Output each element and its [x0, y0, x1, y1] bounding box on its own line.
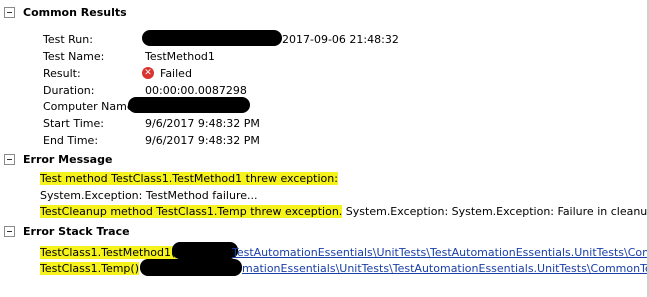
result-label: Result: — [43, 67, 81, 80]
stack-frame-1: TestClass1.TestMethod1() — [40, 246, 180, 259]
highlighted-text: Test method TestClass1.TestMethod1 threw… — [40, 172, 338, 185]
section-title: Error Message — [23, 153, 113, 166]
section-title: Common Results — [23, 6, 127, 19]
duration-value: 00:00:00.0087298 — [145, 84, 247, 97]
error-message-line-1: Test method TestClass1.TestMethod1 threw… — [40, 172, 338, 185]
test-run-label: Test Run: — [43, 33, 93, 46]
stack-frame-1-link[interactable]: TestAutomationEssentials\UnitTests\TestA… — [232, 246, 649, 259]
section-header-stack-trace: Error Stack Trace — [0, 223, 649, 241]
error-text: System.Exception: System.Exception: Fail… — [342, 205, 649, 218]
collapse-toggle-icon[interactable] — [4, 7, 15, 18]
highlighted-text: TestCleanup method TestClass1.Temp threw… — [40, 205, 343, 218]
redacted-block — [142, 30, 282, 46]
start-time-label: Start Time: — [43, 117, 104, 130]
section-header-error-message: Error Message — [0, 151, 649, 169]
test-name-value: TestMethod1 — [145, 50, 215, 63]
end-time-label: End Time: — [43, 134, 99, 147]
test-run-value: 2017-09-06 21:48:32 — [282, 33, 399, 46]
error-text: System.Exception: TestMethod failure... — [40, 189, 258, 202]
stack-method: TestClass1.TestMethod1() — [40, 246, 180, 259]
section-title: Error Stack Trace — [23, 225, 130, 238]
computer-name-label: Computer Name: — [43, 100, 138, 113]
collapse-toggle-icon[interactable] — [4, 226, 15, 237]
stack-frame-2-link[interactable]: mationEssentials\UnitTests\TestAutomatio… — [242, 262, 649, 275]
redacted-block — [172, 242, 238, 259]
stack-frame-2: TestClass1.Temp() — [40, 262, 139, 275]
error-message-line-2: System.Exception: TestMethod failure... — [40, 189, 258, 202]
redacted-block — [128, 97, 250, 113]
test-name-label: Test Name: — [43, 50, 105, 63]
section-header-common-results: Common Results — [0, 4, 649, 22]
failed-x-icon: ✕ — [142, 67, 154, 79]
error-message-line-3: TestCleanup method TestClass1.Temp threw… — [40, 205, 649, 218]
end-time-value: 9/6/2017 9:48:32 PM — [145, 134, 260, 147]
result-value: Failed — [160, 67, 192, 80]
duration-label: Duration: — [43, 84, 95, 97]
collapse-toggle-icon[interactable] — [4, 154, 15, 165]
start-time-value: 9/6/2017 9:48:32 PM — [145, 117, 260, 130]
stack-method: TestClass1.Temp() — [40, 262, 139, 275]
redacted-block — [140, 259, 242, 276]
